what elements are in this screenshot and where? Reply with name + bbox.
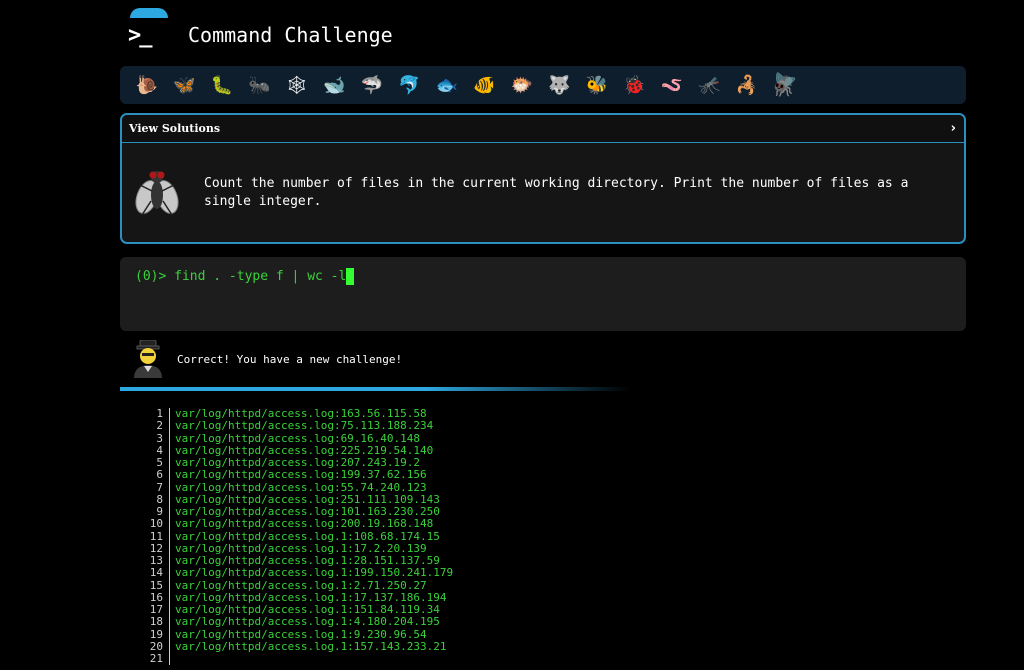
output-row: 18 var/log/httpd/access.log.1:4.180.204.1… bbox=[140, 615, 453, 629]
command-challenge-page: >_ Command Challenge 🐌 🦋 🐛 🐜 🕸 🐋 🦈 🐬 🐟 🐠 🐡 🐺 🐝 🐞 🪱 🦟 🦂 🪰 … bbox=[0, 0, 1024, 670]
output-line-text: var/log/httpd/access.log.1:2.71.250.27 bbox=[175, 578, 427, 592]
avatar bbox=[134, 340, 162, 378]
text-cursor bbox=[346, 267, 355, 285]
challenge-description: Count the number of files in the current… bbox=[204, 176, 909, 209]
butterfly-icon[interactable]: 🦋 bbox=[166, 70, 204, 100]
terminal-logo-icon: >_ bbox=[128, 22, 153, 48]
fish-icon[interactable]: 🐟 bbox=[428, 70, 466, 100]
line-number: 6 bbox=[140, 468, 170, 482]
line-number: 19 bbox=[140, 628, 170, 641]
output-row: 10 var/log/httpd/access.log:200.19.168.14… bbox=[140, 517, 453, 531]
line-number: 15 bbox=[140, 579, 170, 592]
snail-icon[interactable]: 🐌 bbox=[128, 70, 166, 100]
terminal-line[interactable]: (0)> find . -type f | wc -l bbox=[135, 267, 355, 285]
caterpillar-icon[interactable]: 🐛 bbox=[203, 70, 241, 100]
output-line-text: var/log/httpd/access.log.1:108.68.174.15 bbox=[175, 529, 440, 543]
scorpion-icon[interactable]: 🦂 bbox=[728, 70, 766, 100]
output-line-text: var/log/httpd/access.log.1:199.150.241.1… bbox=[175, 566, 454, 580]
chevron-right-icon[interactable]: › bbox=[951, 121, 956, 136]
feedback-message: Correct! You have a new challenge! bbox=[177, 352, 403, 366]
terminal-prompt: (0)> bbox=[135, 268, 175, 284]
output-line-text: var/log/httpd/access.log:200.19.168.148 bbox=[175, 517, 434, 531]
line-number: 2 bbox=[140, 419, 170, 433]
challenge-panel: View Solutions › Count the number of fil… bbox=[120, 113, 966, 244]
output-line-text: var/log/httpd/access.log.1:4.180.204.195 bbox=[175, 615, 440, 629]
output-row: 19 var/log/httpd/access.log.1:9.230.96.54 bbox=[140, 627, 453, 641]
page-title: Command Challenge bbox=[188, 23, 393, 47]
line-number: 18 bbox=[140, 615, 170, 629]
web-icon[interactable]: 🕸 bbox=[278, 70, 316, 100]
output-row: 20 var/log/httpd/access.log.1:157.143.233… bbox=[140, 639, 453, 653]
header: >_ Command Challenge bbox=[128, 22, 393, 48]
command-input[interactable]: find . -type f | wc -l bbox=[174, 269, 346, 284]
top-tab-indicator bbox=[130, 8, 168, 18]
fly-icon[interactable]: 🪰 bbox=[766, 70, 804, 100]
line-number: 3 bbox=[140, 432, 170, 445]
ladybug-icon[interactable]: 🐞 bbox=[616, 70, 654, 100]
level-selector-bar: 🐌 🦋 🐛 🐜 🕸 🐋 🦈 🐬 🐟 🐠 🐡 🐺 🐝 🐞 🪱 🦟 🦂 🪰 bbox=[120, 66, 966, 104]
output-row: 15 var/log/httpd/access.log.1:2.71.250.27 bbox=[140, 578, 453, 592]
view-solutions-label: View Solutions bbox=[129, 122, 221, 135]
line-number: 11 bbox=[140, 530, 170, 543]
output-line-text bbox=[170, 653, 175, 665]
line-number: 5 bbox=[140, 456, 170, 470]
terminal-input-area[interactable]: (0)> find . -type f | wc -l bbox=[120, 257, 966, 331]
dolphin-icon[interactable]: 🐬 bbox=[391, 70, 429, 100]
line-number: 21 bbox=[140, 652, 170, 666]
mosquito-icon[interactable]: 🦟 bbox=[691, 70, 729, 100]
worm-icon[interactable]: 🪱 bbox=[653, 70, 691, 100]
line-number: 10 bbox=[140, 517, 170, 531]
line-number: 8 bbox=[140, 493, 170, 506]
output-row: 21 bbox=[140, 652, 453, 666]
line-number: 7 bbox=[140, 481, 170, 494]
output-line-text: var/log/httpd/access.log.1:9.230.96.54 bbox=[175, 627, 427, 641]
line-number: 4 bbox=[140, 444, 170, 457]
bee-icon[interactable]: 🐝 bbox=[578, 70, 616, 100]
output-line-text: var/log/httpd/access.log:55.74.240.123 bbox=[175, 480, 427, 494]
view-solutions-header[interactable]: View Solutions › bbox=[122, 115, 964, 143]
output-row: 11 var/log/httpd/access.log.1:108.68.174.… bbox=[140, 529, 453, 543]
challenge-body: Count the number of files in the current… bbox=[122, 143, 964, 242]
wolf-icon[interactable]: 🐺 bbox=[541, 70, 579, 100]
divider bbox=[120, 387, 630, 391]
output-line-text: var/log/httpd/access.log:75.113.188.234 bbox=[175, 419, 434, 433]
output-row: 7 var/log/httpd/access.log:55.74.240.123 bbox=[140, 480, 453, 494]
output-row: 2 var/log/httpd/access.log:75.113.188.234 bbox=[140, 419, 453, 433]
whale-icon[interactable]: 🐋 bbox=[316, 70, 354, 100]
output-row: 6 var/log/httpd/access.log:199.37.62.156 bbox=[140, 468, 453, 482]
tropical-fish-icon[interactable]: 🐠 bbox=[466, 70, 504, 100]
fly-icon bbox=[135, 171, 179, 216]
output-row: 14 var/log/httpd/access.log.1:199.150.241… bbox=[140, 566, 454, 580]
blowfish-icon[interactable]: 🐡 bbox=[503, 70, 541, 100]
line-number: 14 bbox=[140, 566, 170, 580]
output-line-text: var/log/httpd/access.log:199.37.62.156 bbox=[175, 468, 427, 482]
shark-icon[interactable]: 🦈 bbox=[353, 70, 391, 100]
output-line-text: var/log/httpd/access.log:69.16.40.148 bbox=[175, 431, 421, 445]
ant-icon[interactable]: 🐜 bbox=[241, 70, 279, 100]
output-line-text: var/log/httpd/access.log.1:157.143.233.2… bbox=[175, 639, 447, 653]
command-output: 1 var/log/httpd/access.log:163.56.115.58 2… bbox=[140, 407, 454, 666]
feedback-row: Correct! You have a new challenge! bbox=[132, 340, 402, 378]
output-row: 3 var/log/httpd/access.log:69.16.40.148 bbox=[140, 431, 453, 445]
line-number: 1 bbox=[140, 407, 170, 421]
